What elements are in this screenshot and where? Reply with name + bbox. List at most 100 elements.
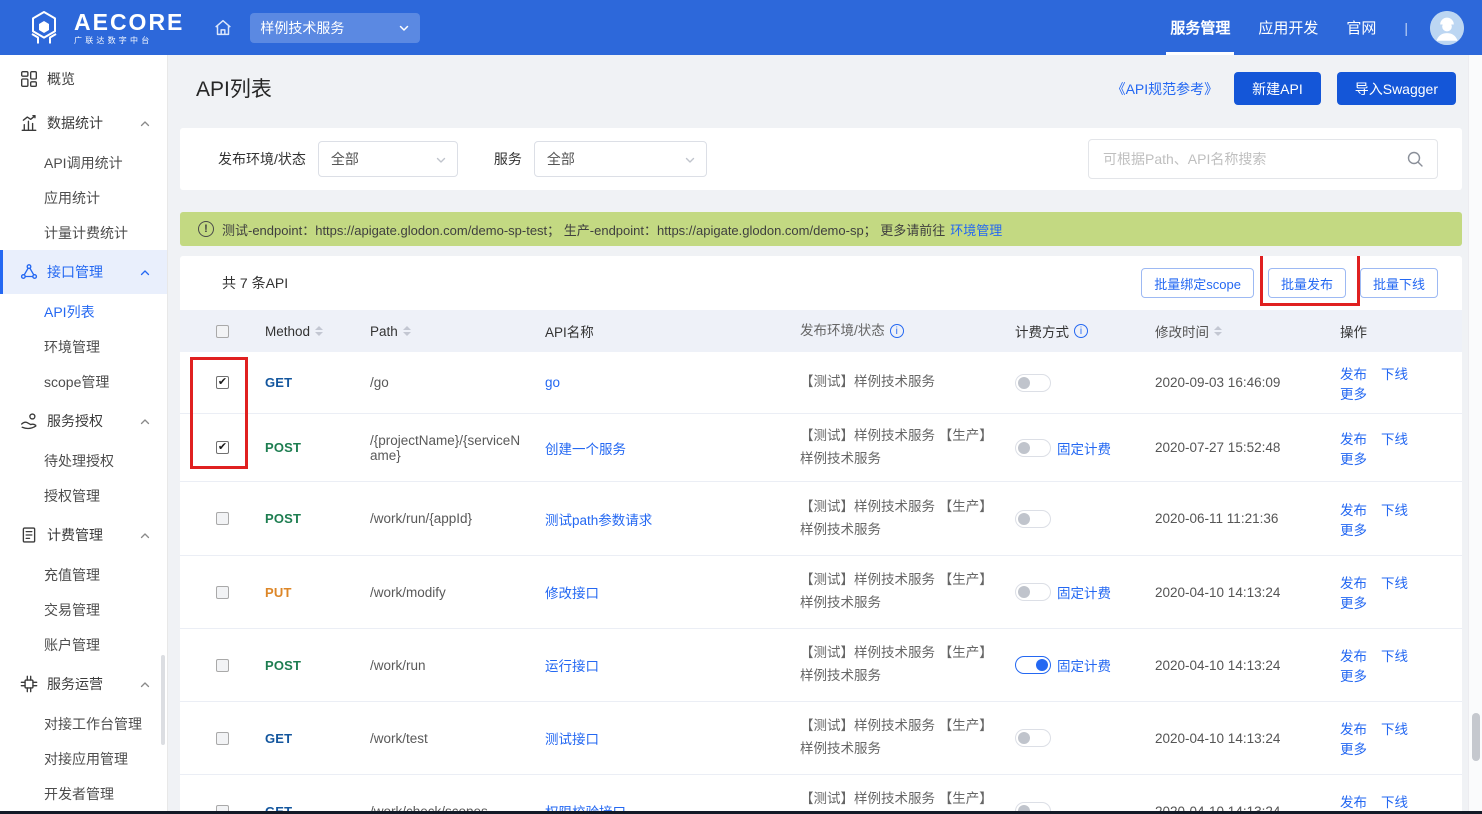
collapse-caret-icon[interactable]: [139, 266, 151, 278]
sidebar-item-账户管理[interactable]: 账户管理: [0, 627, 167, 662]
row-action-更多[interactable]: 更多: [1340, 519, 1367, 539]
select-all-checkbox[interactable]: [216, 325, 229, 338]
collapse-caret-icon[interactable]: [139, 529, 151, 541]
api-name-link[interactable]: 修改接口: [545, 582, 599, 602]
sidebar-item-待处理授权[interactable]: 待处理授权: [0, 443, 167, 478]
sidebar-item-API调用统计[interactable]: API调用统计: [0, 145, 167, 180]
page-scrollbar-thumb[interactable]: [1472, 713, 1480, 761]
sidebar-item-计量计费统计[interactable]: 计量计费统计: [0, 215, 167, 250]
modified-time: 2020-04-10 14:13:24: [1134, 658, 1319, 673]
row-action-下线[interactable]: 下线: [1381, 363, 1408, 383]
sidebar-item-API列表[interactable]: API列表: [0, 294, 167, 329]
service-selector-dropdown[interactable]: 样例技术服务: [250, 13, 420, 43]
api-name-link[interactable]: 测试接口: [545, 728, 599, 748]
bulk-offline-button[interactable]: 批量下线: [1360, 268, 1438, 298]
info-icon[interactable]: i: [890, 324, 904, 338]
import-swagger-button[interactable]: 导入Swagger: [1337, 72, 1456, 105]
row-action-更多[interactable]: 更多: [1340, 448, 1367, 468]
sidebar-item-对接应用管理[interactable]: 对接应用管理: [0, 741, 167, 776]
row-action-更多[interactable]: 更多: [1340, 665, 1367, 685]
sidebar-menu: 概览数据统计API调用统计应用统计计量计费统计接口管理API列表环境管理scop…: [0, 57, 167, 811]
api-name-link[interactable]: 测试path参数请求: [545, 509, 652, 529]
bulk-bind-scope-button[interactable]: 批量绑定scope: [1141, 268, 1254, 298]
row-action-发布[interactable]: 发布: [1340, 363, 1367, 383]
row-action-发布[interactable]: 发布: [1340, 428, 1367, 448]
sidebar-item-交易管理[interactable]: 交易管理: [0, 592, 167, 627]
operations-icon: [20, 675, 38, 693]
collapse-caret-icon[interactable]: [139, 678, 151, 690]
nav-item-service-management[interactable]: 服务管理: [1170, 0, 1230, 55]
billing-toggle[interactable]: [1015, 583, 1051, 601]
sidebar-item-授权管理[interactable]: 授权管理: [0, 478, 167, 513]
sidebar-item-概览[interactable]: 概览: [0, 57, 167, 101]
row-action-发布[interactable]: 发布: [1340, 572, 1367, 592]
sidebar-item-数据统计[interactable]: 数据统计: [0, 101, 167, 145]
user-avatar[interactable]: [1430, 11, 1464, 45]
row-action-发布[interactable]: 发布: [1340, 499, 1367, 519]
info-icon[interactable]: i: [1074, 324, 1088, 338]
path-cell: /work/modify: [349, 585, 524, 600]
row-action-下线[interactable]: 下线: [1381, 718, 1408, 738]
row-checkbox[interactable]: ✔: [216, 376, 229, 389]
billing-type-link[interactable]: 固定计费: [1057, 655, 1111, 675]
sidebar-item-计费管理[interactable]: 计费管理: [0, 513, 167, 557]
row-action-下线[interactable]: 下线: [1381, 645, 1408, 665]
row-checkbox[interactable]: [216, 512, 229, 525]
row-action-更多[interactable]: 更多: [1340, 383, 1367, 403]
bulk-publish-button[interactable]: 批量发布: [1268, 268, 1346, 298]
sidebar-item-scope管理[interactable]: scope管理: [0, 364, 167, 399]
sidebar-item-环境管理[interactable]: 环境管理: [0, 329, 167, 364]
row-action-发布[interactable]: 发布: [1340, 791, 1367, 811]
billing-toggle[interactable]: [1015, 656, 1051, 674]
api-name-link[interactable]: 运行接口: [545, 655, 599, 675]
sidebar-item-服务授权[interactable]: 服务授权: [0, 399, 167, 443]
nav-item-official-site[interactable]: 官网: [1346, 0, 1376, 55]
billing-toggle[interactable]: [1015, 374, 1051, 392]
row-action-更多[interactable]: 更多: [1340, 592, 1367, 612]
nav-item-app-development[interactable]: 应用开发: [1258, 0, 1318, 55]
search-input[interactable]: [1089, 151, 1405, 167]
create-api-button[interactable]: 新建API: [1234, 72, 1321, 105]
env-status-select[interactable]: 全部: [318, 141, 458, 177]
billing-toggle[interactable]: [1015, 729, 1051, 747]
sort-icon[interactable]: [315, 326, 323, 336]
sidebar-item-充值管理[interactable]: 充值管理: [0, 557, 167, 592]
billing-toggle[interactable]: [1015, 510, 1051, 528]
sort-icon[interactable]: [1214, 326, 1222, 336]
row-checkbox[interactable]: [216, 732, 229, 745]
row-action-下线[interactable]: 下线: [1381, 499, 1408, 519]
api-name-link[interactable]: 创建一个服务: [545, 438, 626, 458]
info-icon: !: [198, 221, 214, 237]
search-icon[interactable]: [1405, 149, 1425, 169]
home-icon[interactable]: [212, 17, 234, 39]
row-action-发布[interactable]: 发布: [1340, 645, 1367, 665]
page-scrollbar[interactable]: [1468, 55, 1482, 814]
row-action-下线[interactable]: 下线: [1381, 572, 1408, 592]
sidebar-item-接口管理[interactable]: 接口管理: [0, 250, 167, 294]
chevron-down-icon: [398, 22, 410, 34]
collapse-caret-icon[interactable]: [139, 415, 151, 427]
api-name-link[interactable]: go: [545, 375, 560, 390]
row-action-下线[interactable]: 下线: [1381, 791, 1408, 811]
sidebar-item-开发者管理[interactable]: 开发者管理: [0, 776, 167, 811]
table-row: GET/work/check/scopes权限校验接口【测试】样例技术服务 【生…: [180, 775, 1462, 814]
sidebar-item-服务运营[interactable]: 服务运营: [0, 662, 167, 706]
env-management-link[interactable]: 环境管理: [950, 220, 1002, 239]
row-action-下线[interactable]: 下线: [1381, 428, 1408, 448]
row-checkbox[interactable]: [216, 659, 229, 672]
row-checkbox[interactable]: ✔: [216, 441, 229, 454]
collapse-caret-icon[interactable]: [139, 117, 151, 129]
billing-type-link[interactable]: 固定计费: [1057, 438, 1111, 458]
row-action-发布[interactable]: 发布: [1340, 718, 1367, 738]
sidebar-item-对接工作台管理[interactable]: 对接工作台管理: [0, 706, 167, 741]
service-select[interactable]: 全部: [534, 141, 707, 177]
sidebar-item-应用统计[interactable]: 应用统计: [0, 180, 167, 215]
billing-type-link[interactable]: 固定计费: [1057, 582, 1111, 602]
row-checkbox[interactable]: [216, 586, 229, 599]
api-spec-reference-link[interactable]: 《API规范参考》: [1112, 79, 1219, 99]
billing-cell: [994, 510, 1134, 528]
billing-toggle[interactable]: [1015, 439, 1051, 457]
row-action-更多[interactable]: 更多: [1340, 738, 1367, 758]
sidebar-scrollbar[interactable]: [161, 655, 165, 745]
sort-icon[interactable]: [403, 326, 411, 336]
